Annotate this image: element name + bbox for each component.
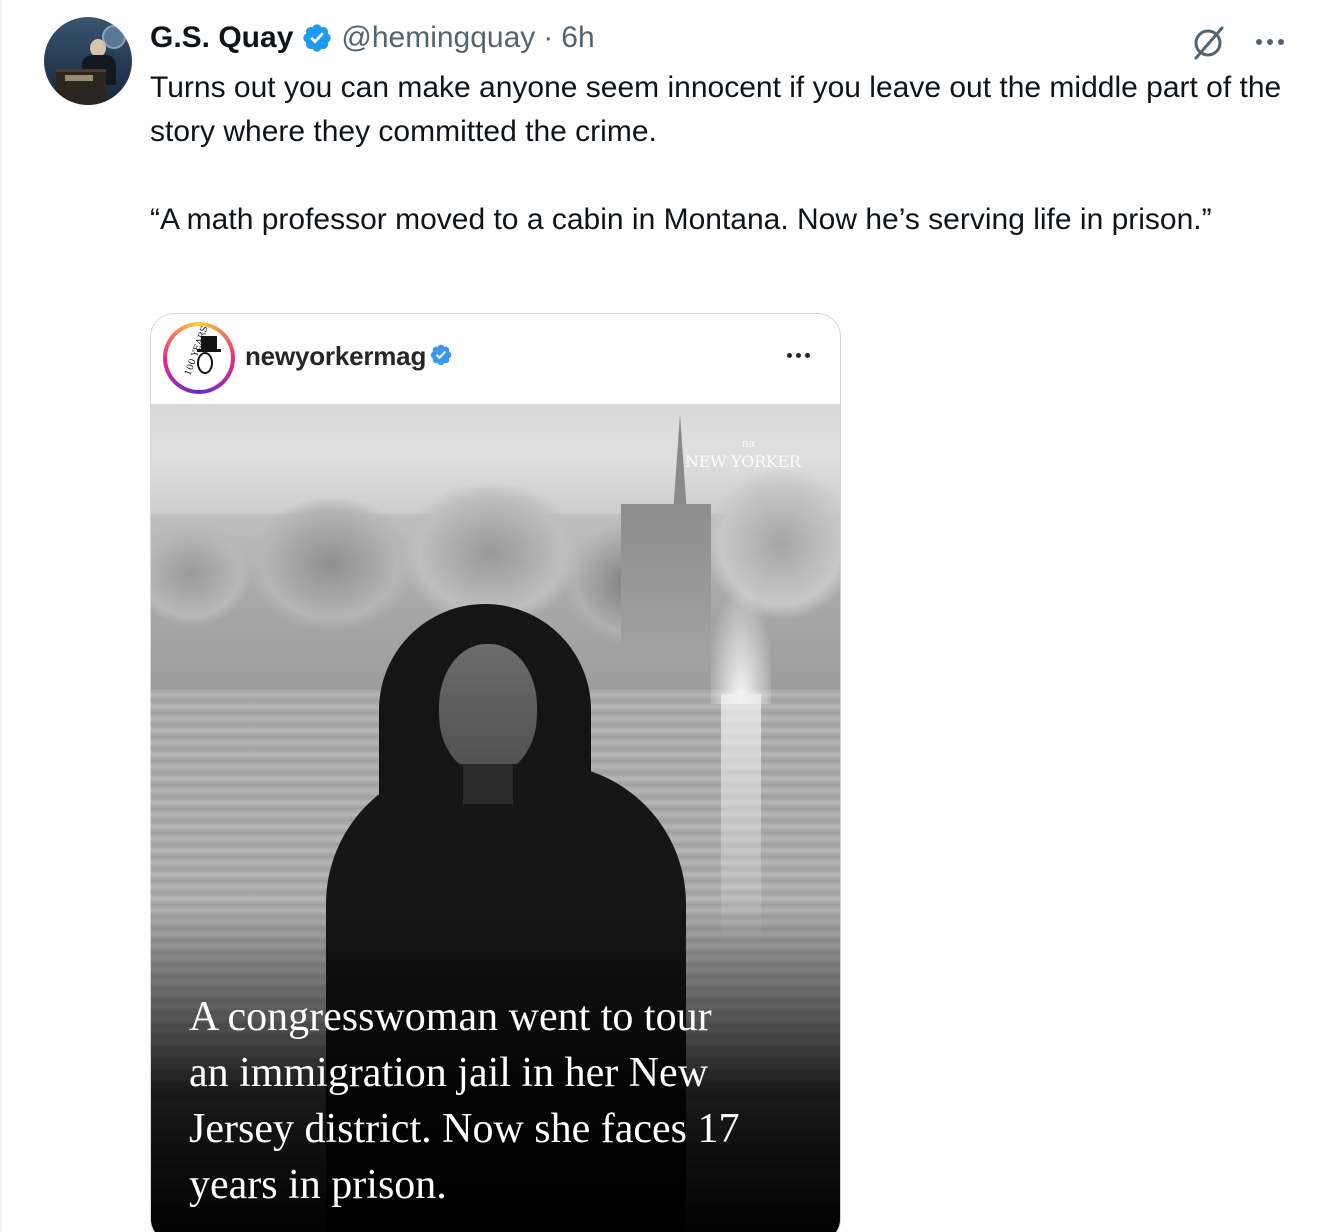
tweet-text-quote: “A math professor moved to a cabin in Mo… xyxy=(150,203,1212,236)
post-caption: A congresswoman went to tour an immigrat… xyxy=(189,994,740,1208)
tweet[interactable]: G.S. Quay @hemingquay · 6h Turns out you… xyxy=(0,0,1320,1232)
tweet-media-image[interactable]: 100 YEARS newyorkermag xyxy=(150,313,841,1232)
verified-badge-icon[interactable] xyxy=(301,22,333,54)
new-yorker-logo-prefix: THE xyxy=(741,441,756,449)
instagram-verified-icon xyxy=(430,344,452,366)
author-name[interactable]: G.S. Quay xyxy=(150,21,293,55)
tweet-timestamp[interactable]: 6h xyxy=(561,21,594,55)
tweet-header: G.S. Quay @hemingquay · 6h xyxy=(150,18,595,58)
tweet-text-paragraph: Turns out you can make anyone seem innoc… xyxy=(150,71,1282,148)
author-handle[interactable]: @hemingquay xyxy=(341,21,535,55)
instagram-account-name: newyorkermag xyxy=(245,341,427,371)
instagram-post-header: 100 YEARS newyorkermag xyxy=(151,314,840,404)
header-separator: · xyxy=(543,21,554,54)
grok-icon[interactable] xyxy=(1188,22,1228,62)
author-avatar[interactable] xyxy=(44,17,132,105)
post-photo: THE NEW YORKER A congresswoman went to t… xyxy=(151,404,840,1232)
more-options-icon[interactable] xyxy=(1250,28,1290,56)
newyorker-avatar: 100 YEARS xyxy=(163,322,235,394)
new-yorker-logo: THE NEW YORKER xyxy=(685,441,801,471)
tweet-text: Turns out you can make anyone seem innoc… xyxy=(150,66,1290,242)
new-yorker-logo-text: NEW YORKER xyxy=(685,452,801,471)
avatar-podium-seal xyxy=(65,75,93,81)
instagram-more-icon xyxy=(787,348,817,362)
